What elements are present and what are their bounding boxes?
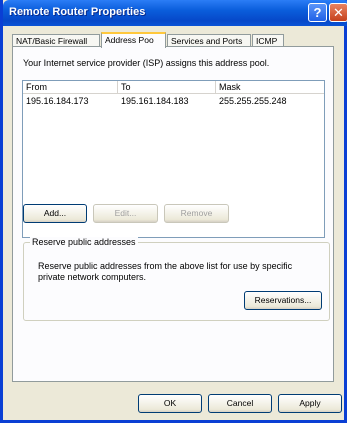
reserve-description: Reserve public addresses from the above … [38,261,293,282]
reserve-addresses-group: Reserve public addresses Reserve public … [23,237,330,321]
cell-mask: 255.255.255.248 [219,96,287,106]
title-bar[interactable]: Remote Router Properties ? ✕ [3,0,347,26]
ok-button[interactable]: OK [138,394,202,413]
table-row[interactable]: 195.16.184.173 195.161.184.183 255.255.2… [23,95,324,107]
group-legend: Reserve public addresses [30,237,138,247]
address-pool-intro: Your Internet service provider (ISP) ass… [23,58,270,68]
cancel-button[interactable]: Cancel [208,394,272,413]
apply-button[interactable]: Apply [278,394,342,413]
column-header-from[interactable]: From [23,81,118,93]
cell-to: 195.161.184.183 [121,96,189,106]
cell-from: 195.16.184.173 [26,96,89,106]
column-header-mask[interactable]: Mask [216,81,324,93]
add-button[interactable]: Add... [23,204,87,223]
dialog-window: Remote Router Properties ? ✕ NAT/Basic F… [0,0,347,423]
address-pool-panel: Your Internet service provider (ISP) ass… [12,46,334,382]
remove-button[interactable]: Remove [164,204,229,223]
list-header: From To Mask [23,81,324,94]
reservations-button[interactable]: Reservations... [244,291,322,310]
close-icon[interactable]: ✕ [329,3,347,22]
column-header-to[interactable]: To [118,81,216,93]
tab-address-pool[interactable]: Address Poo [101,32,166,48]
help-icon[interactable]: ? [308,3,327,22]
window-title: Remote Router Properties [9,6,146,18]
edit-button[interactable]: Edit... [93,204,158,223]
